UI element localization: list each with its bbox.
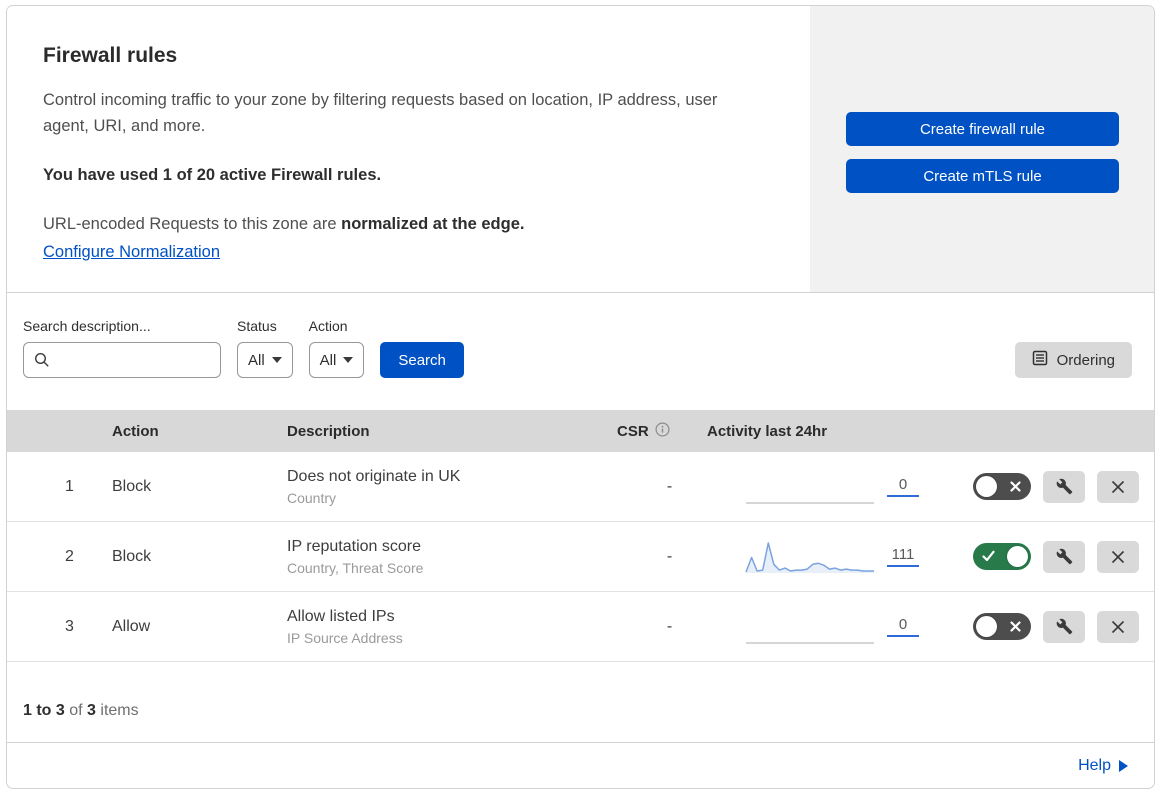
rule-match-fields: Country, Threat Score	[287, 559, 424, 576]
action-label: Action	[308, 318, 348, 334]
rules-list-card: Search description... Status All Action …	[6, 293, 1155, 789]
rule-activity-cell: 0	[707, 607, 922, 647]
delete-rule-button[interactable]	[1097, 540, 1139, 573]
rule-controls-cell	[922, 610, 1154, 643]
normalization-bold: normalized at the edge.	[341, 215, 525, 233]
toggle-knob	[1007, 546, 1028, 567]
items-total: 3	[87, 702, 96, 719]
filter-bar: Search description... Status All Action …	[7, 293, 1154, 410]
ordering-button-label: Ordering	[1056, 351, 1115, 369]
rule-action: Allow	[112, 617, 151, 635]
rule-controls-cell	[922, 540, 1154, 573]
rule-action: Block	[112, 477, 152, 495]
actions-panel: Create firewall rule Create mTLS rule	[810, 6, 1154, 292]
ordering-list-icon	[1032, 350, 1048, 370]
edit-rule-button[interactable]	[1043, 610, 1085, 643]
activity-sparkline	[746, 501, 874, 504]
toggle-knob	[976, 616, 997, 637]
items-count-footer: 1 to 3 of 3 items	[7, 662, 1154, 742]
rule-enabled-toggle[interactable]	[973, 613, 1031, 640]
rule-csr-value: -	[666, 477, 673, 495]
status-label: Status	[237, 318, 277, 334]
search-button[interactable]: Search	[380, 342, 464, 378]
header-description: Description	[287, 422, 370, 440]
activity-count-link[interactable]: 111	[887, 546, 919, 567]
create-firewall-rule-button[interactable]: Create firewall rule	[846, 112, 1119, 146]
rule-priority: 1	[65, 477, 74, 495]
action-select[interactable]: All	[308, 342, 365, 378]
table-row: 1 Block Does not originate in UK Country…	[7, 452, 1154, 522]
firewall-rules-intro: Firewall rules Control incoming traffic …	[7, 6, 810, 292]
table-body: 1 Block Does not originate in UK Country…	[7, 452, 1154, 662]
activity-sparkline	[746, 641, 874, 644]
close-icon	[1111, 550, 1125, 563]
rule-csr-value: -	[666, 617, 673, 635]
wrench-icon	[1056, 478, 1072, 495]
wrench-icon	[1056, 618, 1072, 635]
firewall-rules-card: Firewall rules Control incoming traffic …	[6, 5, 1155, 293]
status-filter-group: Status All	[237, 318, 293, 378]
edit-rule-button[interactable]	[1043, 470, 1085, 503]
action-filter-group: Action All	[308, 318, 365, 378]
rule-csr-value: -	[666, 547, 673, 565]
close-icon	[1111, 480, 1125, 493]
rule-description-cell: Does not originate in UK Country	[287, 468, 612, 506]
search-icon	[34, 352, 50, 373]
search-label: Search description...	[23, 318, 151, 334]
items-word: items	[100, 702, 139, 719]
help-link[interactable]: Help	[1078, 757, 1128, 775]
rule-description: IP reputation score	[287, 537, 422, 555]
rule-description: Does not originate in UK	[287, 467, 461, 485]
rule-activity-cell: 111	[707, 537, 922, 577]
rule-controls-cell	[922, 470, 1154, 503]
header-action: Action	[112, 422, 159, 440]
normalization-prefix: URL-encoded Requests to this zone are	[43, 215, 337, 233]
chevron-down-icon	[271, 357, 282, 363]
chevron-down-icon	[343, 357, 354, 363]
page-title: Firewall rules	[43, 44, 178, 67]
header-csr: CSR	[617, 422, 649, 440]
delete-rule-button[interactable]	[1097, 610, 1139, 643]
table-row: 3 Allow Allow listed IPs IP Source Addre…	[7, 592, 1154, 662]
items-of-word: of	[69, 702, 83, 719]
delete-rule-button[interactable]	[1097, 470, 1139, 503]
table-row: 2 Block IP reputation score Country, Thr…	[7, 522, 1154, 592]
rule-match-fields: Country	[287, 489, 337, 506]
action-selected-value: All	[319, 351, 337, 369]
search-group: Search description...	[23, 318, 221, 378]
usage-note: You have used 1 of 20 active Firewall ru…	[43, 166, 382, 184]
rule-priority: 2	[65, 547, 74, 565]
ordering-button[interactable]: Ordering	[1014, 342, 1132, 378]
normalization-note: URL-encoded Requests to this zone are no…	[43, 215, 780, 234]
rule-match-fields: IP Source Address	[287, 629, 403, 646]
edit-rule-button[interactable]	[1043, 540, 1085, 573]
rule-description-cell: IP reputation score Country, Threat Scor…	[287, 538, 612, 576]
create-mtls-rule-button[interactable]: Create mTLS rule	[846, 159, 1119, 193]
search-input[interactable]	[23, 342, 221, 378]
rule-enabled-toggle[interactable]	[973, 543, 1031, 570]
table-header-row: Action Description CSR Activity last 24h…	[7, 410, 1154, 452]
configure-normalization-link[interactable]: Configure Normalization	[43, 243, 220, 261]
header-activity: Activity last 24hr	[707, 422, 828, 440]
close-icon	[1111, 620, 1125, 633]
help-bar: Help	[7, 742, 1154, 788]
activity-count-link[interactable]: 0	[887, 476, 919, 497]
info-icon[interactable]	[655, 421, 670, 441]
rule-action: Block	[112, 547, 152, 565]
toggle-knob	[976, 476, 997, 497]
rule-priority: 3	[65, 617, 74, 635]
status-select[interactable]: All	[237, 342, 293, 378]
rule-description-cell: Allow listed IPs IP Source Address	[287, 608, 612, 646]
rule-activity-cell: 0	[707, 467, 922, 507]
arrow-right-icon	[1119, 759, 1128, 772]
items-range: 1 to 3	[23, 702, 65, 719]
status-selected-value: All	[248, 351, 265, 369]
page-description: Control incoming traffic to your zone by…	[43, 91, 718, 135]
rule-description: Allow listed IPs	[287, 607, 395, 625]
rule-enabled-toggle[interactable]	[973, 473, 1031, 500]
help-link-label: Help	[1078, 756, 1111, 774]
activity-count-link[interactable]: 0	[887, 616, 919, 637]
activity-sparkline	[745, 541, 874, 573]
wrench-icon	[1056, 548, 1072, 565]
